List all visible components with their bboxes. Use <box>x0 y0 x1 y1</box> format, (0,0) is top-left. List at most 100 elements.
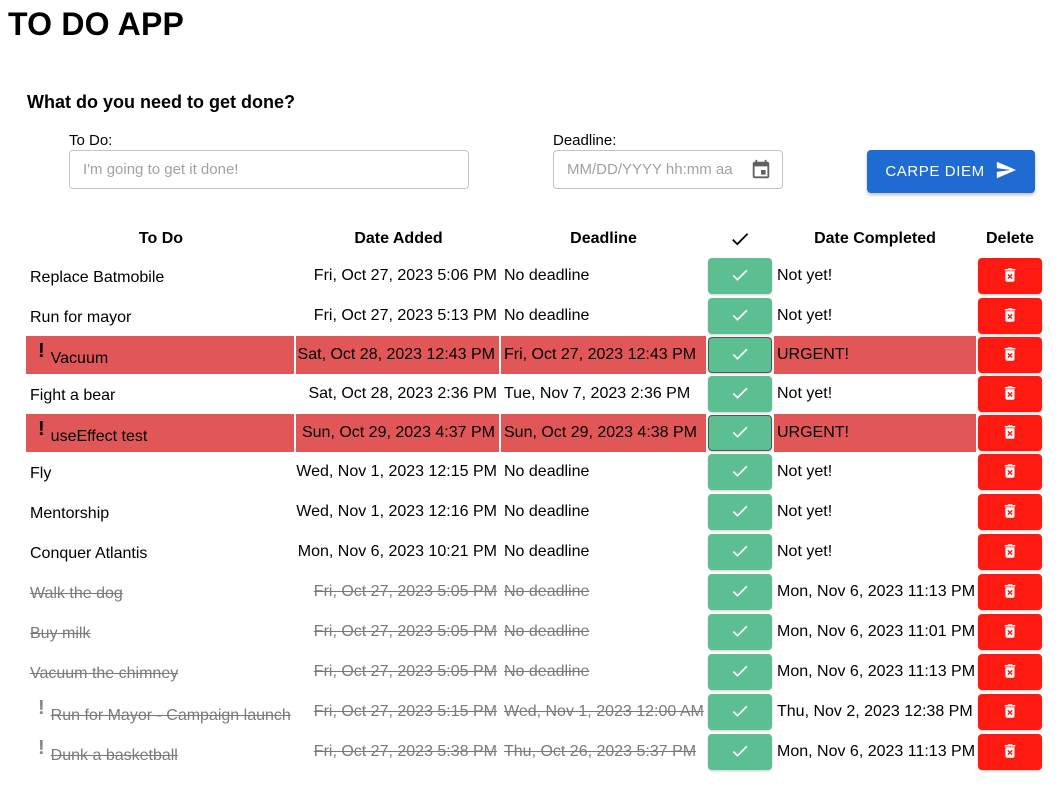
delete-button[interactable] <box>978 654 1042 690</box>
deadline-text: No deadline <box>504 583 590 600</box>
todo-table: To Do Date Added Deadline Date Completed… <box>26 222 1044 772</box>
date-added-cell: Wed, Nov 1, 2023 12:15 PM <box>296 452 501 492</box>
delete-button[interactable] <box>978 494 1042 530</box>
todo-text: Walk the dog <box>30 585 123 602</box>
todo-input[interactable] <box>69 150 469 189</box>
deadline-text: Sun, Oct 29, 2023 4:38 PM <box>504 424 698 441</box>
date-added-text: Wed, Nov 1, 2023 12:15 PM <box>296 463 497 480</box>
table-header-row: To Do Date Added Deadline Date Completed… <box>26 222 1044 256</box>
trash-icon <box>1001 266 1019 287</box>
delete-button[interactable] <box>978 337 1042 373</box>
todo-cell: Fly <box>26 452 296 492</box>
complete-button[interactable] <box>708 534 772 570</box>
delete-button[interactable] <box>978 454 1042 490</box>
trash-icon <box>1001 306 1019 327</box>
check-icon <box>730 344 750 367</box>
complete-cell <box>706 256 774 296</box>
delete-button[interactable] <box>978 534 1042 570</box>
table-row: ! useEffect test Sun, Oct 29, 2023 4:37 PM… <box>26 414 1044 452</box>
table-row: Replace Batmobile Fri, Oct 27, 2023 5:06 … <box>26 256 1044 296</box>
todo-cell: Conquer Atlantis <box>26 532 296 572</box>
date-added-text: Fri, Oct 27, 2023 5:05 PM <box>313 663 497 680</box>
delete-cell <box>976 692 1044 732</box>
complete-button[interactable] <box>708 454 772 490</box>
complete-button[interactable] <box>708 614 772 650</box>
deadline-text: No deadline <box>504 503 590 520</box>
complete-button[interactable] <box>708 258 772 294</box>
date-added-cell: Fri, Oct 27, 2023 5:05 PM <box>296 572 501 612</box>
date-added-text: Fri, Oct 27, 2023 5:38 PM <box>313 743 497 760</box>
delete-button[interactable] <box>978 734 1042 770</box>
delete-cell <box>976 652 1044 692</box>
deadline-cell: No deadline <box>501 612 706 652</box>
complete-button[interactable] <box>708 298 772 334</box>
table-row: Mentorship Wed, Nov 1, 2023 12:16 PM No de… <box>26 492 1044 532</box>
date-added-text: Wed, Nov 1, 2023 12:16 PM <box>296 503 497 520</box>
delete-cell <box>976 374 1044 414</box>
date-added-text: Fri, Oct 27, 2023 5:05 PM <box>313 583 497 600</box>
complete-button[interactable] <box>708 494 772 530</box>
deadline-cell: Thu, Oct 26, 2023 5:37 PM <box>501 732 706 772</box>
todo-text: Replace Batmobile <box>30 269 165 286</box>
todo-cell: Walk the dog <box>26 572 296 612</box>
complete-cell <box>706 452 774 492</box>
date-added-cell: Fri, Oct 27, 2023 5:05 PM <box>296 612 501 652</box>
carpe-diem-button-label: CARPE DIEM <box>885 163 985 180</box>
deadline-cell: Sun, Oct 29, 2023 4:38 PM <box>501 414 706 452</box>
delete-cell <box>976 414 1044 452</box>
complete-button[interactable] <box>708 574 772 610</box>
deadline-text: Fri, Oct 27, 2023 12:43 PM <box>504 346 697 363</box>
complete-button[interactable] <box>708 337 772 373</box>
delete-cell <box>976 256 1044 296</box>
todo-field-label: To Do: <box>69 132 113 149</box>
complete-button[interactable] <box>708 734 772 770</box>
table-row: Conquer Atlantis Mon, Nov 6, 2023 10:21 P… <box>26 532 1044 572</box>
todo-text: Fly <box>30 465 52 482</box>
trash-icon <box>1001 462 1019 483</box>
deadline-cell: No deadline <box>501 652 706 692</box>
delete-button[interactable] <box>978 574 1042 610</box>
deadline-cell: No deadline <box>501 452 706 492</box>
delete-button[interactable] <box>978 258 1042 294</box>
delete-button[interactable] <box>978 614 1042 650</box>
delete-cell <box>976 336 1044 374</box>
deadline-text: No deadline <box>504 623 590 640</box>
todo-cell: Replace Batmobile <box>26 256 296 296</box>
complete-button[interactable] <box>708 415 772 451</box>
deadline-text: No deadline <box>504 463 590 480</box>
complete-cell <box>706 336 774 374</box>
complete-button[interactable] <box>708 694 772 730</box>
calendar-icon[interactable] <box>750 159 772 181</box>
delete-button[interactable] <box>978 415 1042 451</box>
deadline-input[interactable] <box>553 150 783 189</box>
delete-button[interactable] <box>978 694 1042 730</box>
date-completed-cell: Not yet! <box>777 307 833 324</box>
table-row: ! Run for Mayor - Campaign launch Fri, Oct… <box>26 692 1044 732</box>
checkmark-icon <box>729 230 751 247</box>
todo-text: Conquer Atlantis <box>30 545 148 562</box>
delete-cell <box>976 612 1044 652</box>
check-icon <box>730 383 750 406</box>
trash-icon <box>1001 742 1019 763</box>
header-date-completed: Date Completed <box>814 230 936 247</box>
complete-button[interactable] <box>708 654 772 690</box>
carpe-diem-button[interactable]: CARPE DIEM <box>867 150 1035 193</box>
header-todo: To Do <box>138 230 184 247</box>
trash-icon <box>1001 502 1019 523</box>
todo-text: Buy milk <box>30 625 91 642</box>
date-added-cell: Sat, Oct 28, 2023 12:43 PM <box>296 336 501 374</box>
check-icon <box>730 461 750 484</box>
deadline-field-label: Deadline: <box>553 132 617 149</box>
delete-button[interactable] <box>978 376 1042 412</box>
deadline-text: No deadline <box>504 543 590 560</box>
complete-cell <box>706 492 774 532</box>
complete-cell <box>706 296 774 336</box>
deadline-text: Tue, Nov 7, 2023 2:36 PM <box>504 385 691 402</box>
complete-button[interactable] <box>708 376 772 412</box>
date-added-cell: Fri, Oct 27, 2023 5:06 PM <box>296 256 501 296</box>
delete-button[interactable] <box>978 298 1042 334</box>
deadline-text: No deadline <box>504 267 590 284</box>
todo-cell: Fight a bear <box>26 374 296 414</box>
todo-text: Run for mayor <box>30 309 132 326</box>
todo-text: Fight a bear <box>30 387 116 404</box>
